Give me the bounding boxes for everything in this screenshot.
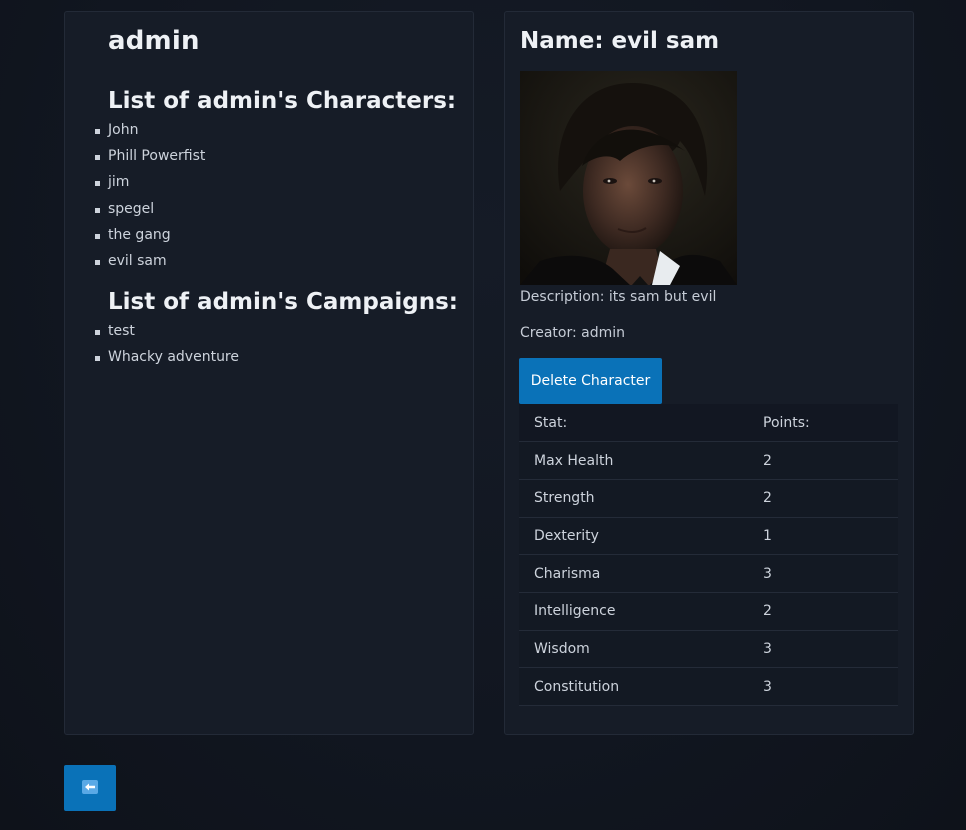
back-arrow-icon xyxy=(82,779,98,797)
stat-name: Charisma xyxy=(519,554,748,593)
stat-points: 2 xyxy=(748,479,898,518)
table-row: Strength 2 xyxy=(519,479,898,518)
character-creator: Creator: admin xyxy=(520,325,626,341)
table-row: Wisdom 3 xyxy=(519,630,898,669)
user-profile-panel: admin List of admin's Characters: John P… xyxy=(64,11,474,735)
characters-list: John Phill Powerfist jim spegel the gang… xyxy=(95,117,205,274)
table-row: Dexterity 1 xyxy=(519,517,898,556)
character-list-item[interactable]: spegel xyxy=(95,196,205,222)
stat-name: Max Health xyxy=(519,441,748,480)
delete-character-button[interactable]: Delete Character xyxy=(519,358,662,404)
stats-header-row: Stat: Points: xyxy=(519,404,898,443)
character-list-item[interactable]: evil sam xyxy=(95,248,205,274)
table-row: Max Health 2 xyxy=(519,441,898,480)
stat-points: 2 xyxy=(748,441,898,480)
character-list-item[interactable]: jim xyxy=(95,169,205,195)
stats-table: Stat: Points: Max Health 2 Strength 2 De… xyxy=(519,404,898,706)
campaign-list-item[interactable]: test xyxy=(95,318,239,344)
stat-name: Dexterity xyxy=(519,517,748,556)
table-row: Constitution 3 xyxy=(519,667,898,706)
character-list-item[interactable]: John xyxy=(95,117,205,143)
campaigns-list: test Whacky adventure xyxy=(95,318,239,370)
stat-points: 3 xyxy=(748,554,898,593)
stat-points: 1 xyxy=(748,517,898,556)
campaign-list-item[interactable]: Whacky adventure xyxy=(95,344,239,370)
stat-column-header: Stat: xyxy=(519,404,748,443)
table-row: Charisma 3 xyxy=(519,554,898,593)
characters-heading: List of admin's Characters: xyxy=(108,88,457,114)
points-column-header: Points: xyxy=(748,404,898,443)
stat-points: 2 xyxy=(748,592,898,631)
stat-points: 3 xyxy=(748,667,898,706)
character-portrait-image xyxy=(520,71,737,285)
stat-name: Strength xyxy=(519,479,748,518)
stat-name: Constitution xyxy=(519,667,748,706)
character-list-item[interactable]: Phill Powerfist xyxy=(95,143,205,169)
campaigns-heading: List of admin's Campaigns: xyxy=(108,289,458,315)
character-detail-panel: Name: evil sam Description: its sam but … xyxy=(504,11,914,735)
username-title: admin xyxy=(108,26,200,56)
character-description: Description: its sam but evil xyxy=(520,289,717,305)
back-button[interactable] xyxy=(64,765,116,811)
table-row: Intelligence 2 xyxy=(519,592,898,631)
stat-name: Wisdom xyxy=(519,630,748,669)
character-name: Name: evil sam xyxy=(520,28,720,54)
stat-name: Intelligence xyxy=(519,592,748,631)
stat-points: 3 xyxy=(748,630,898,669)
character-list-item[interactable]: the gang xyxy=(95,222,205,248)
